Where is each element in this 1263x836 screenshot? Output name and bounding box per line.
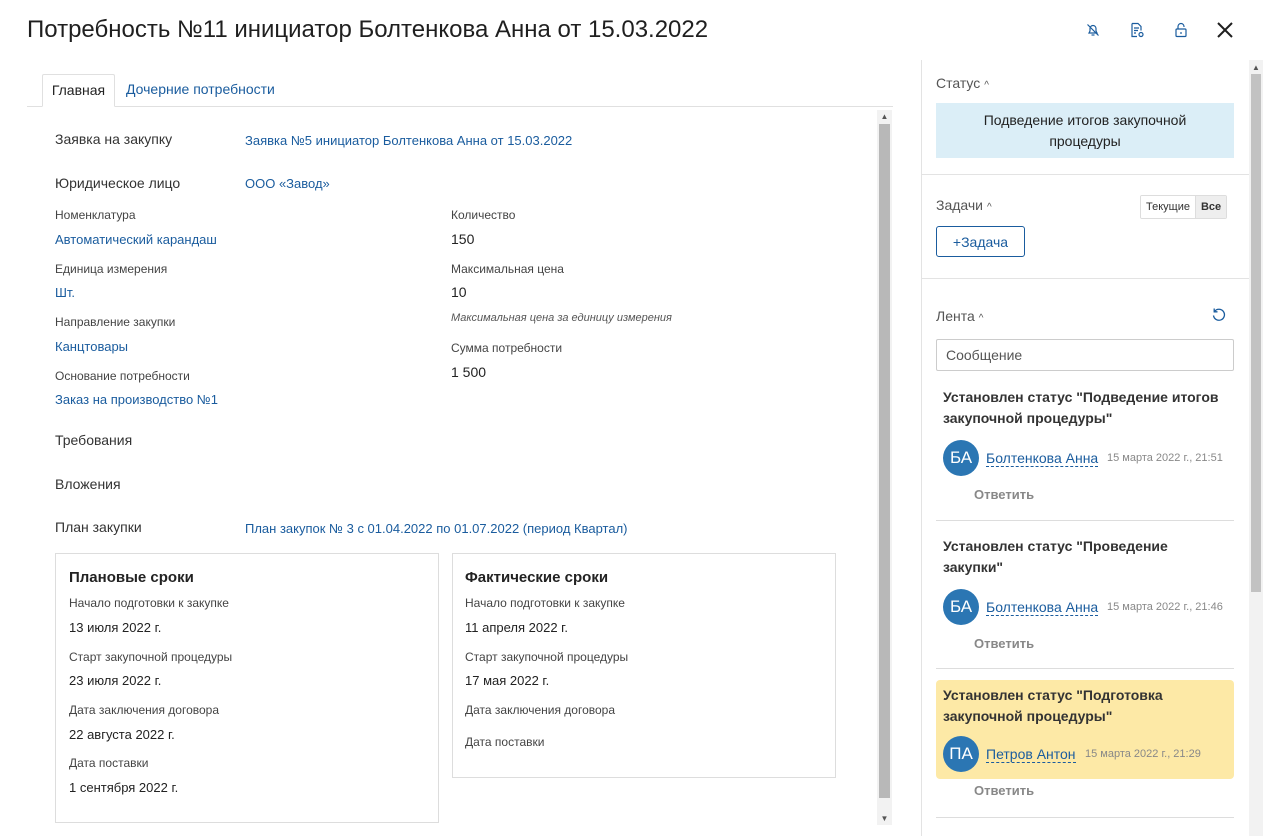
basis-link[interactable]: Заказ на производство №1 <box>55 392 218 407</box>
planned-contract-value: 22 августа 2022 г. <box>69 727 175 742</box>
content-scrollbar[interactable]: ▲ ▼ <box>877 110 892 825</box>
scroll-down-icon[interactable]: ▼ <box>880 814 889 823</box>
planned-contract-label: Дата заключения договора <box>69 703 220 717</box>
status-section-title: Статус <box>936 75 981 91</box>
legal-entity-link[interactable]: ООО «Завод» <box>245 176 330 191</box>
max-price-label: Максимальная цена <box>451 262 564 276</box>
add-task-button[interactable]: +Задача <box>936 226 1025 257</box>
unit-link[interactable]: Шт. <box>55 285 75 300</box>
feed-item-author[interactable]: Болтенкова Анна <box>986 450 1099 467</box>
legal-entity-label: Юридическое лицо <box>55 175 181 191</box>
status-section-toggle[interactable]: Статус ^ <box>936 75 989 91</box>
planned-delivery-value: 1 сентября 2022 г. <box>69 780 179 795</box>
planned-prep-value: 13 июля 2022 г. <box>69 620 162 635</box>
chevron-up-icon: ^ <box>984 80 989 91</box>
scroll-up-icon[interactable]: ▲ <box>880 112 889 121</box>
reply-button[interactable]: Ответить <box>974 487 1034 502</box>
header-toolbar <box>1081 18 1237 42</box>
feed-item: Установлен статус "Проведение закупки" Б… <box>936 536 1234 670</box>
avatar[interactable]: БА <box>943 440 979 476</box>
feed-section-title: Лента <box>936 308 975 324</box>
purchase-request-link[interactable]: Заявка №5 инициатор Болтенкова Анна от 1… <box>245 133 572 148</box>
max-price-value: 10 <box>451 284 467 300</box>
feed-item-author[interactable]: Болтенкова Анна <box>986 599 1099 616</box>
tasks-filter-current[interactable]: Текущие <box>1141 196 1195 218</box>
feed-item-text: Установлен статус "Подведение итогов зак… <box>943 389 1219 426</box>
quantity-label: Количество <box>451 208 516 222</box>
planned-dates-box: Плановые сроки Начало подготовки к закуп… <box>55 553 439 823</box>
unit-label: Единица измерения <box>55 262 168 276</box>
refresh-icon[interactable] <box>1211 307 1227 323</box>
scrollbar-thumb[interactable] <box>1251 74 1261 592</box>
actual-dates-box: Фактические сроки Начало подготовки к за… <box>452 553 836 778</box>
basis-label: Основание потребности <box>55 369 190 383</box>
feed-item-text: Установлен статус "Подготовка закупочной… <box>943 687 1163 724</box>
scrollbar-thumb[interactable] <box>879 124 890 798</box>
tasks-section-toggle[interactable]: Задачи ^ <box>936 197 992 213</box>
close-icon[interactable] <box>1213 18 1237 42</box>
scroll-up-icon[interactable]: ▲ <box>1252 63 1260 72</box>
section-divider <box>922 174 1250 175</box>
sidebar-panel: Статус ^ Подведение итогов закупочной про… <box>921 60 1250 836</box>
notifications-off-icon[interactable] <box>1081 18 1105 42</box>
tab-child-needs[interactable]: Дочерние потребности <box>126 74 275 107</box>
planned-delivery-label: Дата поставки <box>69 756 149 770</box>
actual-prep-value: 11 апреля 2022 г. <box>465 620 568 635</box>
purchase-request-label: Заявка на закупку <box>55 131 173 147</box>
document-settings-icon[interactable] <box>1125 18 1149 42</box>
tasks-filter-all[interactable]: Все <box>1194 196 1227 218</box>
feed-section-toggle[interactable]: Лента ^ <box>936 308 983 324</box>
max-price-hint: Максимальная цена за единицу измерения <box>451 312 672 324</box>
actual-contract-label: Дата заключения договора <box>465 703 616 717</box>
attachments-label: Вложения <box>55 476 121 492</box>
actual-delivery-label: Дата поставки <box>465 735 545 749</box>
tab-bar: Главная Дочерние потребности <box>27 74 893 107</box>
direction-link[interactable]: Канцтовары <box>55 339 128 354</box>
feed-item-divider <box>936 817 1234 818</box>
planned-start-value: 23 июля 2022 г. <box>69 673 162 688</box>
avatar[interactable]: БА <box>943 589 979 625</box>
sum-label: Сумма потребности <box>451 341 563 355</box>
reply-button[interactable]: Ответить <box>974 783 1034 798</box>
planned-dates-title: Плановые сроки <box>69 569 194 586</box>
actual-start-label: Старт закупочной процедуры <box>465 650 629 664</box>
feed-item-time: 15 марта 2022 г., 21:29 <box>1085 748 1201 760</box>
actual-dates-title: Фактические сроки <box>465 569 609 586</box>
chevron-up-icon: ^ <box>987 202 992 213</box>
feed-item-author[interactable]: Петров Антон <box>986 746 1076 763</box>
avatar[interactable]: ПА <box>943 736 979 772</box>
nomenclature-link[interactable]: Автоматический карандаш <box>55 232 217 247</box>
sum-value: 1 500 <box>451 364 487 380</box>
nomenclature-label: Номенклатура <box>55 208 136 222</box>
planned-prep-label: Начало подготовки к закупке <box>69 596 229 610</box>
actual-start-value: 17 мая 2022 г. <box>465 673 550 688</box>
planned-start-label: Старт закупочной процедуры <box>69 650 233 664</box>
actual-prep-label: Начало подготовки к закупке <box>465 596 625 610</box>
feed-item-divider <box>936 668 1234 669</box>
plan-label: План закупки <box>55 519 142 535</box>
reply-button[interactable]: Ответить <box>974 636 1034 651</box>
tasks-filter: Текущие Все <box>1140 195 1228 219</box>
feed-item-divider <box>936 520 1234 521</box>
tab-main[interactable]: Главная <box>42 74 115 107</box>
feed-item-text: Установлен статус "Проведение закупки" <box>943 538 1168 575</box>
feed-item-time: 15 марта 2022 г., 21:46 <box>1107 601 1223 613</box>
chevron-up-icon: ^ <box>978 313 984 324</box>
quantity-value: 150 <box>451 231 475 247</box>
tasks-section-title: Задачи <box>936 197 984 213</box>
section-divider <box>922 278 1250 279</box>
lock-open-icon[interactable] <box>1169 18 1193 42</box>
requirements-label: Требования <box>55 432 133 448</box>
plan-link[interactable]: План закупок № 3 с 01.04.2022 по 01.07.2… <box>245 521 627 536</box>
sidebar-scrollbar[interactable]: ▲ <box>1249 60 1263 836</box>
feed-item: Установлен статус "Подведение итогов зак… <box>936 387 1234 521</box>
page-title: Потребность №11 инициатор Болтенкова Анн… <box>27 16 709 43</box>
status-badge: Подведение итогов закупочной процедуры <box>936 103 1234 158</box>
message-input[interactable] <box>936 339 1234 371</box>
feed-item-time: 15 марта 2022 г., 21:51 <box>1107 452 1223 464</box>
direction-label: Направление закупки <box>55 315 176 329</box>
feed-item-highlighted: Установлен статус "Подготовка закупочной… <box>936 680 1234 779</box>
